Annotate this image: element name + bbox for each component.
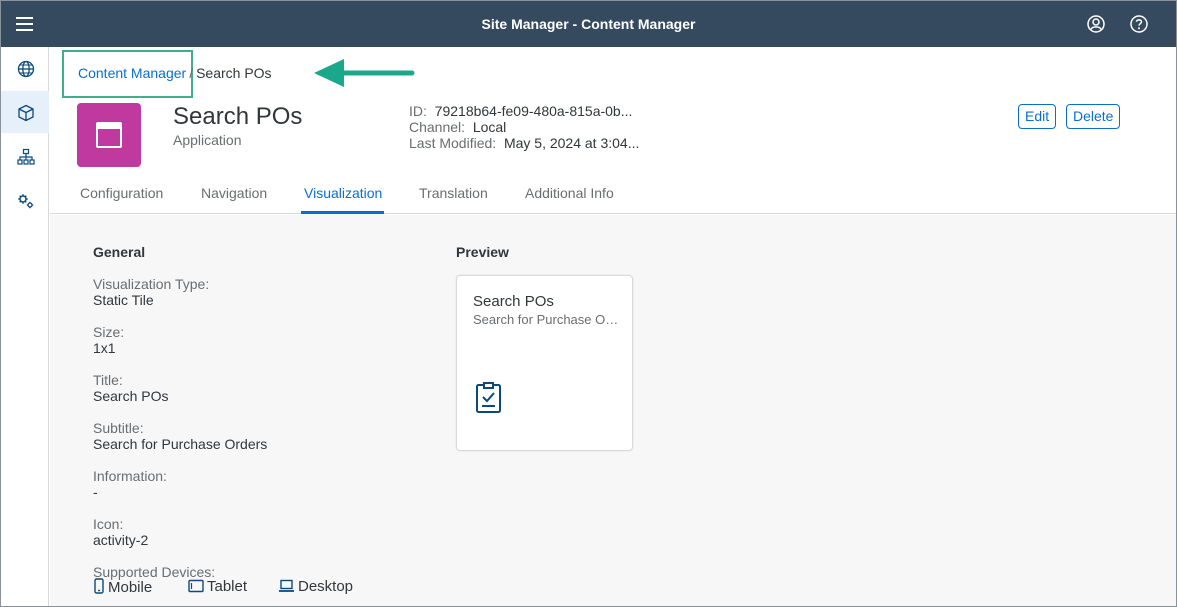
- device-mobile: Mobile: [93, 578, 152, 596]
- tile-subtitle: Search for Purchase Orders: [473, 312, 619, 327]
- object-attributes: ID: 79218b64-fe09-480a-815a-0b... Channe…: [409, 103, 639, 151]
- field-subtitle: Subtitle: Search for Purchase Orders: [93, 420, 268, 452]
- device-desktop: Desktop: [278, 578, 353, 595]
- tab-translation[interactable]: Translation: [419, 185, 488, 201]
- app-window: Site Manager - Content Manager Content M…: [0, 0, 1177, 607]
- field-size: Size: 1x1: [93, 324, 125, 356]
- device-tablet: Tablet: [188, 578, 247, 595]
- globe-icon: [17, 60, 35, 78]
- tab-navigation[interactable]: Navigation: [201, 185, 267, 201]
- field-title: Title: Search POs: [93, 372, 169, 404]
- tab-additional-info[interactable]: Additional Info: [525, 185, 614, 201]
- field-information: Information: -: [93, 468, 167, 500]
- attribute-id: ID: 79218b64-fe09-480a-815a-0b...: [409, 103, 633, 119]
- breadcrumb-current: Search POs: [196, 65, 272, 81]
- shell-title: Site Manager - Content Manager: [481, 16, 696, 32]
- object-page-header: Content Manager / Search POs Search POs Ap…: [50, 47, 1176, 214]
- active-tab-indicator: [301, 211, 384, 214]
- general-section-title: General: [93, 244, 146, 260]
- breadcrumb-link-content-manager[interactable]: Content Manager: [78, 65, 186, 81]
- shell-bar: Site Manager - Content Manager: [1, 1, 1176, 47]
- sidenav-item-sites[interactable]: [1, 47, 49, 89]
- sidenav-item-content-manager[interactable]: [1, 91, 49, 133]
- object-subtitle: Application: [173, 132, 242, 148]
- attribute-last-modified: Last Modified: May 5, 2024 at 3:04...: [409, 135, 640, 151]
- settings-gears-icon: [18, 194, 34, 209]
- tab-configuration[interactable]: Configuration: [80, 185, 163, 201]
- preview-section-title: Preview: [456, 244, 509, 260]
- sitemap-icon: [17, 148, 35, 165]
- cube-icon: [18, 104, 34, 122]
- preview-tile[interactable]: Search POs Search for Purchase Orders: [456, 275, 633, 451]
- visualization-content: General Visualization Type: Static Tile …: [50, 215, 1176, 606]
- edit-button[interactable]: Edit: [1018, 104, 1057, 129]
- tablet-icon: [188, 579, 204, 593]
- tab-visualization[interactable]: Visualization: [304, 185, 382, 201]
- attribute-channel: Channel: Local: [409, 119, 507, 135]
- field-visualization-type: Visualization Type: Static Tile: [93, 276, 210, 308]
- sidenav-item-settings[interactable]: [1, 179, 49, 221]
- delete-button[interactable]: Delete: [1066, 104, 1121, 129]
- breadcrumb: Content Manager / Search POs: [78, 65, 272, 81]
- help-icon[interactable]: [1128, 13, 1150, 35]
- field-icon: Icon: activity-2: [93, 516, 149, 548]
- user-account-icon[interactable]: [1085, 13, 1107, 35]
- object-title: Search POs: [173, 103, 303, 130]
- tile-title: Search POs: [473, 293, 554, 310]
- laptop-icon: [279, 579, 294, 592]
- sidenav-item-structure[interactable]: [1, 135, 49, 177]
- breadcrumb-separator: /: [189, 65, 194, 81]
- arrow-left-icon: [314, 59, 415, 87]
- clipboard-check-icon: [476, 382, 501, 413]
- application-window-icon: [77, 103, 141, 167]
- mobile-icon: [94, 578, 104, 594]
- side-navigation: [1, 47, 49, 606]
